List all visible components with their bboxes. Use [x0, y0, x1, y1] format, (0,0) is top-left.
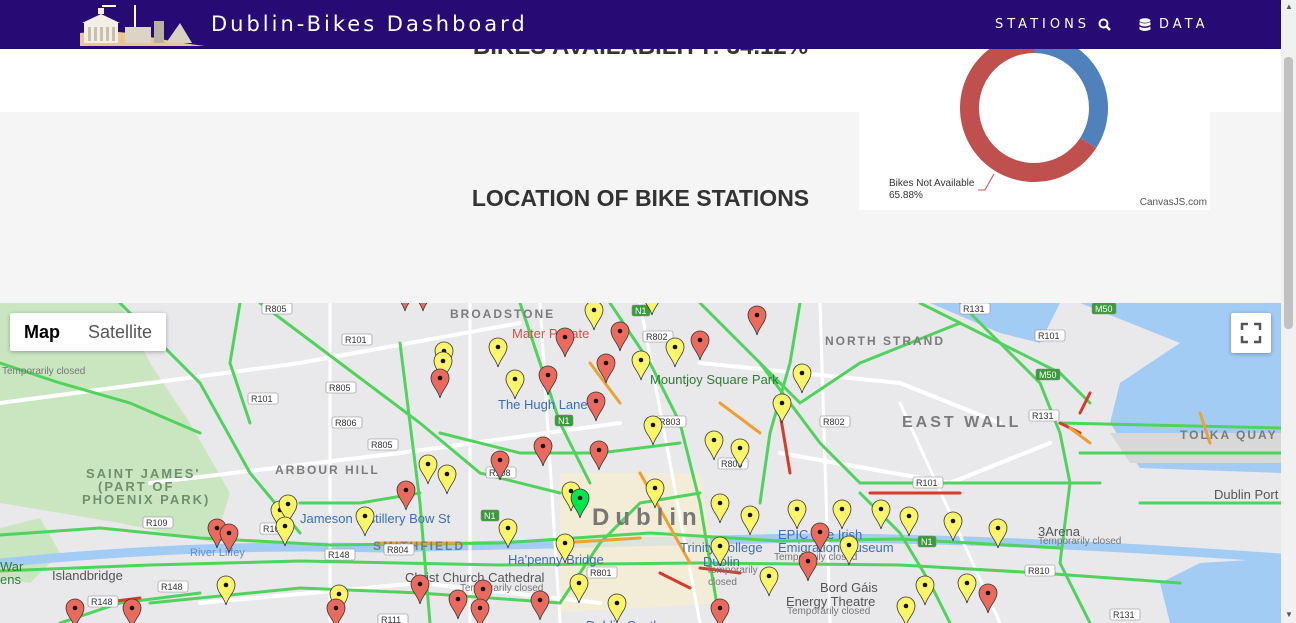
- road-shield-label: N1: [921, 537, 933, 547]
- map-label: Temporarily closed: [1038, 536, 1121, 547]
- map-type-control: Map Satellite: [10, 313, 167, 351]
- map-label: EAST WALL: [902, 414, 1021, 431]
- map-label: BROADSTONE: [450, 307, 555, 321]
- brand-title[interactable]: Dublin-Bikes Dashboard: [211, 12, 528, 36]
- map-type-map-button[interactable]: Map: [10, 313, 74, 351]
- search-icon: [1098, 18, 1111, 31]
- map-label: Jameson Distillery Bow St: [300, 511, 451, 526]
- google-map[interactable]: BROADSTONE Mater Private NORTH STRAND Tempo…: [0, 303, 1281, 623]
- road-shield-label: R806: [335, 418, 357, 428]
- slice-label-name: Bikes Not Available: [889, 178, 975, 189]
- map-label: The Hugh Lane: [498, 397, 588, 412]
- canvasjs-credit-link[interactable]: CanvasJS.com: [1140, 197, 1207, 208]
- stations-nav-link[interactable]: STATIONS: [995, 17, 1111, 32]
- road-shield-label: R148: [161, 582, 183, 592]
- road-shield-label: R101: [916, 478, 938, 488]
- road-shield-label: R109: [146, 518, 168, 528]
- map-type-satellite-button[interactable]: Satellite: [74, 313, 166, 351]
- road-shield-label: R101: [1038, 331, 1060, 341]
- map-label: Bord Gáis: [820, 580, 878, 595]
- map-label: River Liffey: [190, 547, 245, 559]
- fullscreen-icon: [1240, 322, 1262, 344]
- map-label: ARBOUR HILL: [275, 463, 380, 477]
- scroll-down-arrow-icon[interactable]: ▼: [1285, 610, 1293, 619]
- chart-slice-label: Bikes Not Available 65.88%: [889, 178, 974, 202]
- map-label: Islandbridge: [52, 568, 123, 583]
- road-shield-label: R101: [345, 335, 367, 345]
- road-shield-label: R810: [1028, 566, 1050, 576]
- slice-label-value: 65.88%: [889, 190, 923, 201]
- road-shield-label: R802: [823, 417, 845, 427]
- road-shield-label: R805: [371, 440, 393, 450]
- road-shield-label: R111: [381, 615, 401, 623]
- road-shield-label: R805: [265, 304, 287, 314]
- availability-chart: Bikes Not Available 65.88% CanvasJS.com: [859, 49, 1210, 210]
- map-label: Temporarily closed: [787, 606, 870, 617]
- page-scrollbar[interactable]: ▲ ▼: [1281, 0, 1296, 623]
- data-label: DATA: [1159, 17, 1209, 32]
- chart-slice-bikes-available[interactable]: [1034, 49, 1108, 149]
- map-label: Mater Private: [512, 326, 589, 341]
- chart-label-connector: [978, 173, 995, 191]
- stations-label: STATIONS: [995, 17, 1091, 32]
- dublin-skyline-logo[interactable]: [80, 3, 205, 46]
- road-shield-label: N1: [558, 416, 570, 426]
- road-shield-label: R805: [329, 383, 351, 393]
- map-label: Temporarily closed: [460, 583, 543, 594]
- fullscreen-button[interactable]: [1231, 313, 1271, 353]
- map-label: Dublin: [592, 504, 703, 531]
- map-label: Temporarily: [706, 565, 758, 576]
- data-nav-link[interactable]: DATA: [1139, 17, 1209, 32]
- road-shield-label: N1: [484, 511, 496, 521]
- road-shield-label: R148: [328, 550, 350, 560]
- road-shield-label: M50: [1095, 304, 1113, 314]
- scrollbar-thumb[interactable]: [1284, 57, 1293, 329]
- map-canvas[interactable]: BROADSTONE Mater Private NORTH STRAND Tempo…: [0, 303, 1281, 623]
- scroll-up-arrow-icon[interactable]: ▲: [1285, 2, 1293, 11]
- navbar: Dublin-Bikes Dashboard STATIONS DATA: [0, 0, 1281, 49]
- road-shield-label: R804: [387, 545, 409, 555]
- map-label: TOLKA QUAY: [1180, 428, 1278, 442]
- map-label: Dublin Port: [1214, 487, 1279, 502]
- road-shield-label: R148: [91, 597, 113, 607]
- map-label: ens: [0, 572, 21, 587]
- map-label: Ha'penny Bridge: [508, 552, 604, 567]
- road-shield-label: R131: [1113, 610, 1135, 620]
- road-shield-label: R801: [590, 568, 612, 578]
- map-label: NORTH STRAND: [825, 334, 945, 348]
- road-shield-label: R131: [963, 304, 985, 314]
- map-label: closed: [708, 577, 737, 588]
- road-shield-label: R101: [251, 394, 273, 404]
- map-label: PHOENIX PARK): [82, 492, 210, 507]
- road-shield-label: N1: [635, 306, 647, 316]
- map-label: Temporarily closed: [2, 366, 85, 377]
- database-icon: [1139, 17, 1151, 31]
- road-shield-label: R802: [646, 332, 668, 342]
- map-label: Mountjoy Square Park: [650, 372, 779, 387]
- road-shield-label: M50: [1039, 370, 1057, 380]
- map-label: Dublin Castle: [586, 618, 663, 623]
- road-shield-label: R131: [1032, 411, 1054, 421]
